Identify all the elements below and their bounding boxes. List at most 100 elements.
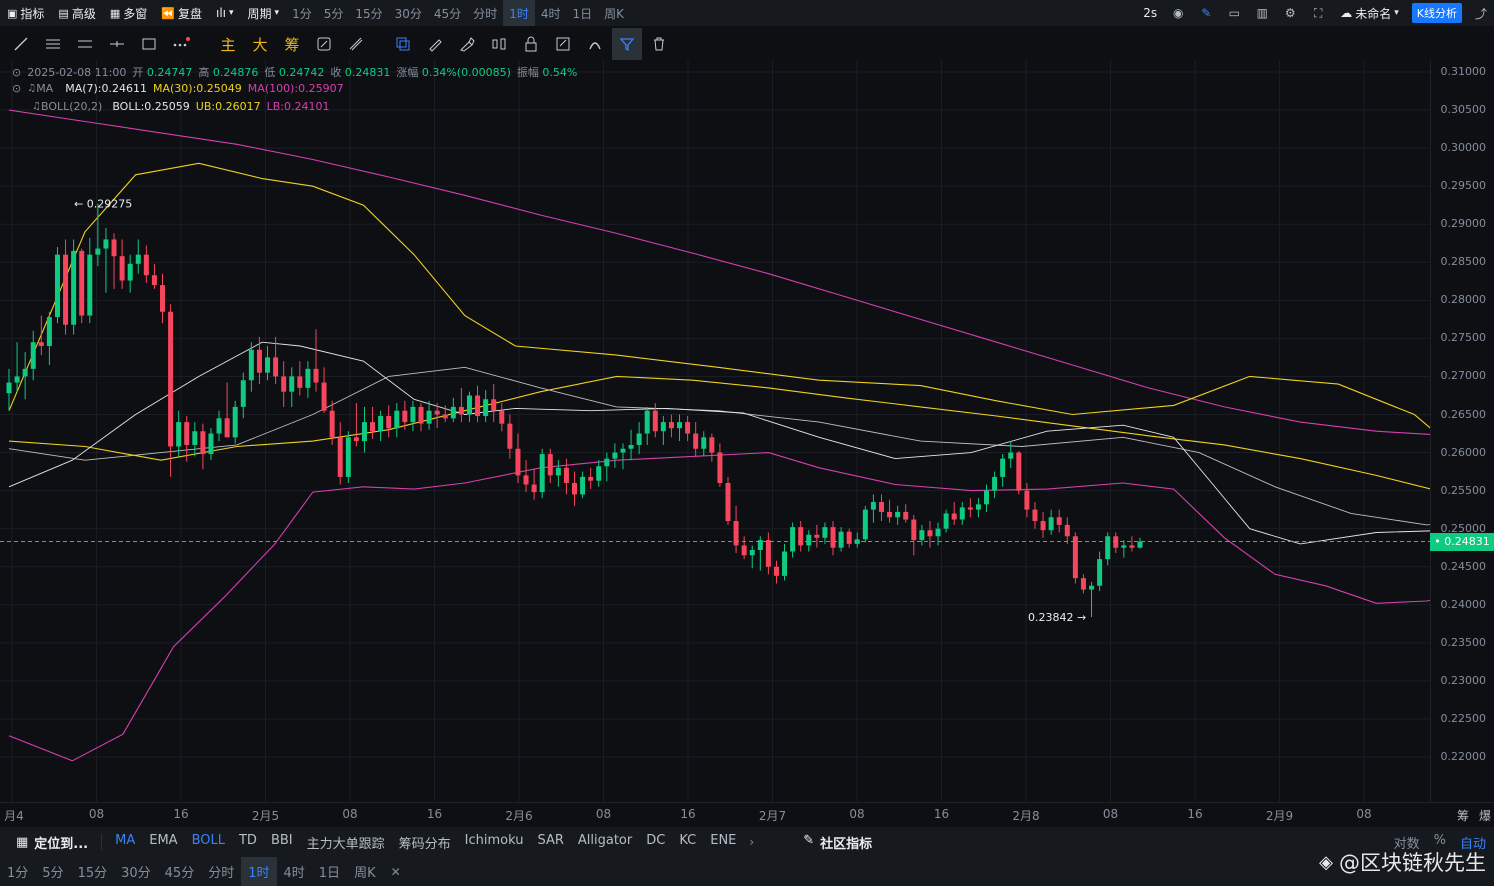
indicators-button[interactable]: ▣ 指标 (0, 0, 51, 26)
indicator-item-9[interactable]: Alligator (571, 833, 639, 852)
time-axis-tool-1[interactable]: 爆 (1479, 807, 1491, 824)
pencil-icon[interactable]: ✎ (1193, 0, 1219, 26)
bell-icon[interactable]: ♫ (32, 101, 41, 112)
interval-tab-1[interactable]: 5分 (318, 0, 350, 26)
chevron-right-icon[interactable]: › (743, 835, 760, 849)
advanced-button[interactable]: ▤ 高级 (51, 0, 102, 26)
share-icon[interactable]: ⤴ (1468, 0, 1494, 26)
candle-tool-icon[interactable] (484, 28, 514, 60)
bottom-interval-tab-1[interactable]: 5分 (35, 857, 70, 886)
indicator-item-0[interactable]: MA (108, 833, 142, 852)
bottom-interval-tab-4[interactable]: 45分 (158, 857, 202, 886)
chart-type-dropdown[interactable]: ılı ▾ (209, 0, 241, 26)
indicator-item-2[interactable]: BOLL (185, 833, 232, 852)
indicator-item-10[interactable]: DC (639, 833, 672, 852)
price-axis[interactable]: 0.31000 0.30500 0.30000 0.29500 0.29000 0.285… (1430, 60, 1494, 802)
edit-note-icon[interactable] (548, 28, 578, 60)
ruler-icon[interactable] (341, 28, 371, 60)
brush-icon[interactable] (420, 28, 450, 60)
interval-tab-0[interactable]: 1分 (286, 0, 318, 26)
layout-dropdown[interactable]: ☁ 未命名 ▾ (1333, 0, 1406, 26)
rectangle-icon[interactable] (134, 28, 164, 60)
period-dropdown[interactable]: 周期 ▾ (241, 0, 287, 26)
trend-line-icon[interactable] (6, 28, 36, 60)
time-axis[interactable]: 月4 08 16 2月5 08 16 2月6 08 16 2月7 08 16 2月8 08 16 2月9 08 筹… (0, 802, 1494, 824)
camera-icon[interactable]: ◉ (1165, 0, 1191, 26)
time-tick-6: 2月6 (505, 809, 533, 823)
settings-icon[interactable]: ⚙ (1277, 0, 1303, 26)
time-axis-tool-0[interactable]: 筹 (1457, 807, 1469, 824)
interval-tab-3[interactable]: 30分 (389, 0, 428, 26)
high-value: 0.24876 (212, 66, 259, 79)
bell-icon[interactable]: ♫ (27, 83, 36, 94)
ma100-value: MA(100):0.25907 (247, 82, 344, 95)
collapse-icon[interactable]: ⊙ (12, 66, 21, 79)
interval-tab-8[interactable]: 1日 (567, 0, 599, 26)
price-tick-17: 0.22500 (1440, 711, 1487, 725)
indicator-item-5[interactable]: 主力大单跟踪 (300, 833, 392, 852)
indicator-item-12[interactable]: ENE (703, 833, 743, 852)
interval-tab-7[interactable]: 4时 (535, 0, 567, 26)
magnet-icon[interactable] (580, 28, 610, 60)
indicator-item-3[interactable]: TD (232, 833, 264, 852)
close-icon[interactable]: ✕ (383, 865, 409, 879)
candle-body-47 (386, 416, 392, 429)
refresh-rate[interactable]: 2s (1137, 0, 1163, 26)
main-force-tool[interactable]: 主 (213, 28, 243, 60)
time-tick-13: 08 (1102, 807, 1119, 821)
indicator-item-11[interactable]: KC (672, 833, 703, 852)
interval-tab-4[interactable]: 45分 (428, 0, 467, 26)
multi-window-button[interactable]: ▦ 多窗 (103, 0, 154, 26)
more-tools-icon[interactable] (166, 28, 196, 60)
ruler-svg (349, 37, 363, 51)
time-tick-5: 16 (426, 807, 443, 821)
filter-icon[interactable] (612, 28, 642, 60)
comment-icon[interactable]: ▭ (1221, 0, 1247, 26)
lock-icon[interactable] (516, 28, 546, 60)
copy-layer-svg (396, 37, 410, 51)
bottom-interval-tab-9[interactable]: 周K (347, 857, 383, 886)
channel-icon[interactable] (70, 28, 100, 60)
candlestick-chart[interactable]: ← 0.29275 0.23842 → (0, 60, 1430, 802)
indicator-item-6[interactable]: 筹码分布 (392, 833, 458, 852)
candlestick-icon: ılı (215, 6, 226, 20)
indicator-item-4[interactable]: BBI (264, 833, 300, 852)
indicator-item-8[interactable]: SAR (530, 833, 570, 852)
locate-button[interactable]: ▦ 定位到... (0, 833, 95, 852)
bottom-interval-tab-8[interactable]: 1日 (312, 857, 347, 886)
candle-body-100 (814, 534, 820, 538)
period-label: 周期 (247, 6, 272, 21)
interval-tab-5[interactable]: 分时 (467, 0, 503, 26)
community-indicators-button[interactable]: ✎ 社区指标 (796, 833, 879, 852)
copy-layer-icon[interactable] (388, 28, 418, 60)
bottom-interval-tab-6[interactable]: 1时 (241, 857, 277, 886)
time-tick-8: 16 (680, 807, 696, 821)
indicator-item-7[interactable]: Ichimoku (458, 833, 531, 852)
bottom-interval-tab-5[interactable]: 分时 (201, 857, 241, 886)
kline-analysis-button[interactable]: K线分析 (1411, 3, 1462, 23)
candle-body-49 (402, 410, 408, 423)
bottom-interval-tab-2[interactable]: 15分 (71, 857, 115, 886)
trash-icon[interactable] (644, 28, 674, 60)
fullscreen-icon[interactable]: ⛶ (1305, 0, 1331, 26)
bottom-interval-tab-7[interactable]: 4时 (277, 857, 312, 886)
indicator-item-1[interactable]: EMA (142, 833, 184, 852)
candle-body-26 (216, 418, 222, 434)
bottom-interval-tab-3[interactable]: 30分 (114, 857, 158, 886)
replay-button[interactable]: ⏪ 复盘 (154, 0, 209, 26)
collapse-icon[interactable]: ⊙ (12, 82, 21, 95)
parallel-lines-icon[interactable] (38, 28, 68, 60)
bottom-interval-tab-0[interactable]: 1分 (0, 857, 35, 886)
template-icon[interactable]: ▥ (1249, 0, 1275, 26)
interval-tab-2[interactable]: 15分 (349, 0, 388, 26)
candle-tool-svg (492, 38, 506, 50)
big-order-tool[interactable]: 大 (245, 28, 275, 60)
chip-tool[interactable]: 筹 (277, 28, 307, 60)
candle-body-76 (620, 448, 626, 453)
interval-tab-6[interactable]: 1时 (503, 0, 535, 26)
candle-body-91 (741, 545, 747, 556)
horizontal-ray-icon[interactable] (102, 28, 132, 60)
highlighter-icon[interactable] (452, 28, 482, 60)
interval-tab-9[interactable]: 周K (598, 0, 630, 26)
measure-icon[interactable] (309, 28, 339, 60)
